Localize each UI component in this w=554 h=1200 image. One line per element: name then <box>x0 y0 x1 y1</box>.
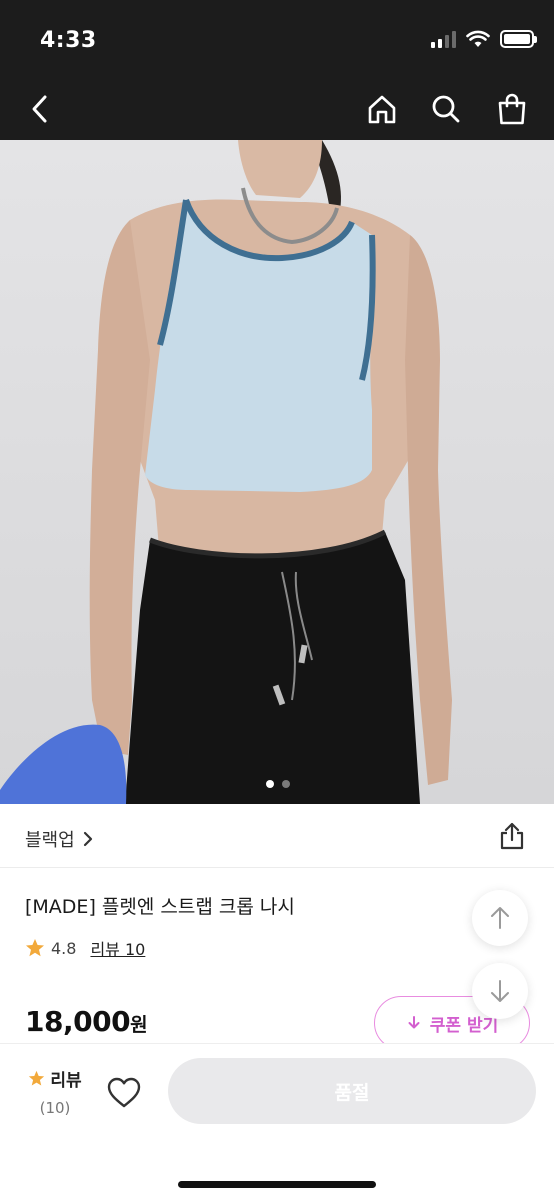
search-icon <box>432 95 460 123</box>
product-photo <box>0 140 452 804</box>
cellular-signal-icon <box>431 30 456 48</box>
download-icon <box>408 1016 420 1029</box>
status-bar: 4:33 <box>0 0 554 78</box>
bottom-action-bar: 리뷰 (10) 품절 <box>0 1043 554 1200</box>
wifi-icon <box>466 30 490 47</box>
price-value: 18,000 <box>25 1005 131 1038</box>
review-summary-label: 리뷰 <box>20 1066 90 1091</box>
review-label: 리뷰 <box>50 1071 82 1091</box>
chevron-left-icon <box>32 95 47 123</box>
price-unit: 원 <box>130 1014 148 1036</box>
battery-icon <box>500 30 537 48</box>
home-indicator <box>178 1181 376 1188</box>
home-button[interactable] <box>364 91 400 127</box>
brand-link[interactable]: 블랙업 <box>25 826 93 852</box>
star-icon <box>29 1070 45 1086</box>
scroll-bottom-button[interactable] <box>472 963 528 1019</box>
product-image[interactable] <box>0 140 554 804</box>
product-title: [MADE] 플렛엔 스트랩 크롭 나시 <box>25 896 295 918</box>
arrow-up-icon <box>491 907 509 929</box>
sold-out-button[interactable]: 품절 <box>168 1058 536 1124</box>
brand-row: 블랙업 <box>0 804 554 868</box>
carousel-dot <box>282 780 290 788</box>
rating-value: 4.8 <box>51 938 77 958</box>
status-icons <box>431 30 537 48</box>
heart-icon <box>107 1077 141 1108</box>
star-icon <box>26 939 44 957</box>
share-button[interactable] <box>498 822 526 850</box>
review-summary-button[interactable]: 리뷰 (10) <box>20 1066 90 1117</box>
wishlist-button[interactable] <box>105 1074 143 1112</box>
share-icon <box>500 822 524 850</box>
shopping-bag-icon <box>498 93 526 125</box>
review-count: (10) <box>39 1099 71 1117</box>
review-link[interactable]: 리뷰 10 <box>90 936 145 960</box>
nav-bar <box>0 78 554 140</box>
home-icon <box>368 95 396 124</box>
carousel-dot-active <box>266 780 274 788</box>
rating-row: 4.8 리뷰 10 <box>25 936 145 960</box>
status-time: 4:33 <box>40 28 97 53</box>
brand-name: 블랙업 <box>25 830 75 851</box>
cart-button[interactable] <box>494 91 530 127</box>
search-button[interactable] <box>428 91 464 127</box>
arrow-down-icon <box>491 980 509 1002</box>
back-button[interactable] <box>22 91 58 127</box>
scroll-top-button[interactable] <box>472 890 528 946</box>
price: 18,000원 <box>25 1005 148 1038</box>
chevron-right-icon <box>83 831 92 847</box>
